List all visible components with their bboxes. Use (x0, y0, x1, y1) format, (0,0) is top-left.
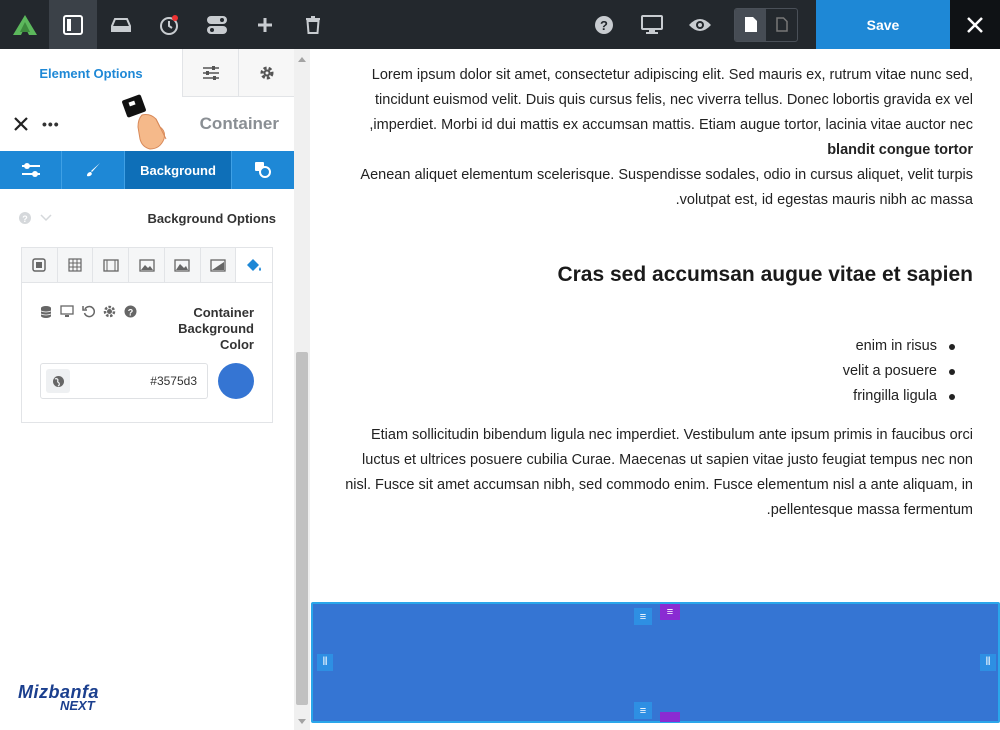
svg-text:?: ? (600, 18, 608, 33)
trash-icon[interactable] (289, 0, 337, 49)
background-type-selector (21, 247, 273, 283)
logo-line2: NEXT (60, 698, 95, 713)
bg-video-icon[interactable] (93, 248, 130, 282)
library-icon[interactable] (97, 0, 145, 49)
right-resize-handle-icon[interactable]: ⦀ (980, 654, 996, 671)
subtab-extras-icon[interactable] (232, 151, 294, 189)
desktop-icon[interactable] (628, 0, 676, 49)
mizbanfa-logo: Mizbanfa NEXT (18, 682, 100, 713)
close-icon[interactable] (950, 0, 1000, 49)
color-option-label: Container Background Color (178, 305, 254, 352)
info-help-icon[interactable]: ? (124, 305, 137, 318)
color-swatch[interactable] (218, 363, 254, 399)
column-handle-icon[interactable]: ≡ (660, 604, 680, 620)
help-icon[interactable]: ? (580, 0, 628, 49)
paragraph-1-bold: blandit congue tortor (827, 142, 973, 158)
selected-container[interactable]: ≡ ≡ ⦀ ⦀ ≡ (311, 602, 1000, 723)
settings-gear-icon[interactable] (103, 305, 116, 318)
scrollbar-thumb[interactable] (296, 352, 308, 705)
background-color-option: ? Container Background Color #3575d3 (21, 283, 273, 423)
page-view-toggle (734, 7, 798, 42)
panel-tabs: Element Options (0, 49, 294, 97)
help-circle-icon[interactable]: ? (18, 211, 32, 225)
page-outline-icon[interactable] (766, 9, 797, 41)
pointer-hand-icon (122, 94, 167, 150)
add-icon[interactable] (241, 0, 289, 49)
background-options-row: ? Background Options (0, 189, 294, 247)
bullet-list: enim in risus velit a posuere fringilla … (843, 334, 956, 409)
bg-color-fill-icon[interactable] (236, 248, 273, 282)
background-options-title: Background Options (147, 210, 276, 226)
option-subtabs: Background (0, 151, 294, 189)
color-hex-value: #3575d3 (150, 374, 197, 388)
responsive-desktop-icon[interactable] (60, 305, 74, 318)
color-hex-input[interactable]: #3575d3 (40, 363, 208, 399)
list-item: enim in risus (843, 334, 956, 359)
page-icon[interactable] (735, 8, 766, 41)
list-item: fringilla ligula (843, 384, 956, 409)
list-item: velit a posuere (843, 359, 956, 384)
panel-header: ••• Container (0, 94, 294, 151)
reset-icon[interactable] (82, 305, 95, 318)
history-icon[interactable] (145, 0, 193, 49)
gear-icon[interactable] (239, 49, 294, 96)
bg-pattern-icon[interactable] (58, 248, 94, 282)
layout-icon[interactable] (49, 0, 97, 49)
paragraph-1: Lorem ipsum dolor sit amet, consectetur … (333, 63, 973, 213)
top-toolbar: ? Save (0, 0, 1000, 49)
scroll-up-icon[interactable] (298, 57, 306, 62)
global-color-icon[interactable] (46, 369, 70, 393)
bg-gradient-icon[interactable] (201, 248, 237, 282)
element-options-panel: Element Options ••• Container Background (0, 49, 294, 730)
paragraph-3: Etiam sollicitudin bibendum ligula nec i… (345, 427, 973, 518)
bg-none-icon[interactable] (22, 248, 58, 282)
logo-line1: Mizbanfa (18, 682, 100, 702)
panel-title: Container (199, 114, 279, 133)
close-panel-icon[interactable] (14, 117, 28, 131)
tab-background[interactable]: Background (125, 151, 232, 189)
svg-text:?: ? (128, 308, 134, 318)
paragraph-2-text: Aenean aliquet elementum scelerisque. Su… (360, 167, 973, 208)
database-icon[interactable] (40, 305, 52, 319)
svg-text:?: ? (22, 214, 28, 224)
toggle-icon[interactable] (193, 0, 241, 49)
tab-element-options[interactable]: Element Options (0, 49, 183, 97)
section-heading: Cras sed accumsan augue vitae et sapien (557, 263, 973, 286)
avada-logo-icon[interactable] (0, 0, 49, 49)
paragraph-1-text: Lorem ipsum dolor sit amet, consectetur … (369, 67, 973, 133)
preview-icon[interactable] (676, 0, 724, 49)
bottom-drag-handle-icon[interactable]: ≡ (634, 702, 652, 719)
bg-slideshow-icon[interactable] (165, 248, 201, 282)
chevron-down-icon[interactable] (40, 214, 52, 222)
drag-handle-icon[interactable]: ≡ (634, 608, 652, 625)
scroll-down-icon[interactable] (298, 719, 306, 724)
subtab-general-icon[interactable] (0, 151, 62, 189)
panel-scrollbar[interactable] (294, 49, 310, 730)
more-options-icon[interactable]: ••• (42, 116, 60, 132)
left-resize-handle-icon[interactable]: ⦀ (317, 654, 333, 671)
subtab-design-icon[interactable] (62, 151, 125, 189)
sliders-icon[interactable] (183, 49, 239, 96)
save-button[interactable]: Save (816, 0, 950, 49)
bg-image-icon[interactable] (129, 248, 165, 282)
bottom-column-handle-icon[interactable] (660, 712, 680, 722)
